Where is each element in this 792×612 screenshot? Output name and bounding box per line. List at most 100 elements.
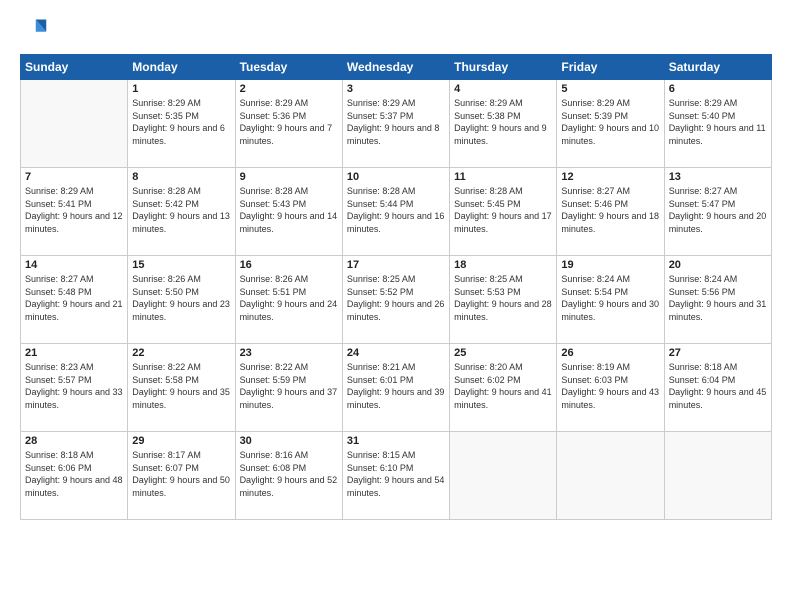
day-number: 25 bbox=[454, 347, 552, 359]
day-number: 2 bbox=[240, 83, 338, 95]
day-info: Sunrise: 8:20 AMSunset: 6:02 PMDaylight:… bbox=[454, 361, 552, 411]
calendar-cell: 17 Sunrise: 8:25 AMSunset: 5:52 PMDayligh… bbox=[342, 256, 449, 344]
day-number: 12 bbox=[561, 171, 659, 183]
day-number: 22 bbox=[132, 347, 230, 359]
weekday-header-tuesday: Tuesday bbox=[235, 55, 342, 80]
day-info: Sunrise: 8:21 AMSunset: 6:01 PMDaylight:… bbox=[347, 361, 445, 411]
calendar-cell: 23 Sunrise: 8:22 AMSunset: 5:59 PMDayligh… bbox=[235, 344, 342, 432]
calendar-cell: 10Sunrise: 8:28 AMSunset: 5:44 PMDayligh… bbox=[342, 168, 449, 256]
logo-icon bbox=[20, 16, 48, 44]
day-info: Sunrise: 8:28 AMSunset: 5:42 PMDaylight:… bbox=[132, 185, 230, 235]
day-number: 15 bbox=[132, 259, 230, 271]
calendar-cell bbox=[450, 432, 557, 520]
calendar-cell: 6Sunrise: 8:29 AMSunset: 5:40 PMDaylight… bbox=[664, 80, 771, 168]
day-info: Sunrise: 8:24 AMSunset: 5:54 PMDaylight:… bbox=[561, 273, 659, 323]
weekday-header-row: SundayMondayTuesdayWednesdayThursdayFrid… bbox=[21, 55, 772, 80]
calendar-cell: 2 Sunrise: 8:29 AMSunset: 5:36 PMDaylight… bbox=[235, 80, 342, 168]
calendar-cell: 1Sunrise: 8:29 AMSunset: 5:35 PMDaylight… bbox=[128, 80, 235, 168]
day-info: Sunrise: 8:26 AMSunset: 5:50 PMDaylight:… bbox=[132, 273, 230, 323]
day-number: 17 bbox=[347, 259, 445, 271]
calendar-cell: 21 Sunrise: 8:23 AMSunset: 5:57 PMDayligh… bbox=[21, 344, 128, 432]
day-info: Sunrise: 8:23 AMSunset: 5:57 PMDaylight:… bbox=[25, 361, 123, 411]
calendar-cell: 24 Sunrise: 8:21 AMSunset: 6:01 PMDayligh… bbox=[342, 344, 449, 432]
calendar-cell: 11 Sunrise: 8:28 AMSunset: 5:45 PMDayligh… bbox=[450, 168, 557, 256]
day-info: Sunrise: 8:17 AMSunset: 6:07 PMDaylight:… bbox=[132, 449, 230, 499]
day-number: 9 bbox=[240, 171, 338, 183]
day-info: Sunrise: 8:26 AMSunset: 5:51 PMDaylight:… bbox=[240, 273, 338, 323]
day-info: Sunrise: 8:24 AMSunset: 5:56 PMDaylight:… bbox=[669, 273, 767, 323]
day-info: Sunrise: 8:28 AMSunset: 5:45 PMDaylight:… bbox=[454, 185, 552, 235]
calendar-cell: 19 Sunrise: 8:24 AMSunset: 5:54 PMDayligh… bbox=[557, 256, 664, 344]
calendar-cell bbox=[21, 80, 128, 168]
calendar-cell: 29 Sunrise: 8:17 AMSunset: 6:07 PMDayligh… bbox=[128, 432, 235, 520]
weekday-header-sunday: Sunday bbox=[21, 55, 128, 80]
day-info: Sunrise: 8:28 AMSunset: 5:44 PMDaylight:… bbox=[347, 185, 445, 235]
day-number: 28 bbox=[25, 435, 123, 447]
day-info: Sunrise: 8:29 AMSunset: 5:35 PMDaylight:… bbox=[132, 97, 230, 147]
calendar-table: SundayMondayTuesdayWednesdayThursdayFrid… bbox=[20, 54, 772, 520]
day-info: Sunrise: 8:29 AMSunset: 5:36 PMDaylight:… bbox=[240, 97, 338, 147]
week-row-0: 1Sunrise: 8:29 AMSunset: 5:35 PMDaylight… bbox=[21, 80, 772, 168]
week-row-3: 21 Sunrise: 8:23 AMSunset: 5:57 PMDayligh… bbox=[21, 344, 772, 432]
day-number: 16 bbox=[240, 259, 338, 271]
calendar-cell: 16 Sunrise: 8:26 AMSunset: 5:51 PMDayligh… bbox=[235, 256, 342, 344]
day-info: Sunrise: 8:22 AMSunset: 5:59 PMDaylight:… bbox=[240, 361, 338, 411]
day-info: Sunrise: 8:15 AMSunset: 6:10 PMDaylight:… bbox=[347, 449, 445, 499]
day-info: Sunrise: 8:29 AMSunset: 5:38 PMDaylight:… bbox=[454, 97, 552, 147]
calendar-cell: 4 Sunrise: 8:29 AMSunset: 5:38 PMDaylight… bbox=[450, 80, 557, 168]
week-row-1: 7 Sunrise: 8:29 AMSunset: 5:41 PMDaylight… bbox=[21, 168, 772, 256]
week-row-2: 14Sunrise: 8:27 AMSunset: 5:48 PMDayligh… bbox=[21, 256, 772, 344]
day-info: Sunrise: 8:18 AMSunset: 6:06 PMDaylight:… bbox=[25, 449, 123, 499]
day-number: 13 bbox=[669, 171, 767, 183]
weekday-header-wednesday: Wednesday bbox=[342, 55, 449, 80]
day-number: 21 bbox=[25, 347, 123, 359]
logo bbox=[20, 16, 52, 44]
day-number: 18 bbox=[454, 259, 552, 271]
day-info: Sunrise: 8:27 AMSunset: 5:46 PMDaylight:… bbox=[561, 185, 659, 235]
calendar-cell bbox=[557, 432, 664, 520]
day-number: 20 bbox=[669, 259, 767, 271]
day-info: Sunrise: 8:28 AMSunset: 5:43 PMDaylight:… bbox=[240, 185, 338, 235]
calendar-cell: 25 Sunrise: 8:20 AMSunset: 6:02 PMDayligh… bbox=[450, 344, 557, 432]
calendar-cell: 15 Sunrise: 8:26 AMSunset: 5:50 PMDayligh… bbox=[128, 256, 235, 344]
day-info: Sunrise: 8:19 AMSunset: 6:03 PMDaylight:… bbox=[561, 361, 659, 411]
calendar-cell: 12 Sunrise: 8:27 AMSunset: 5:46 PMDayligh… bbox=[557, 168, 664, 256]
weekday-header-thursday: Thursday bbox=[450, 55, 557, 80]
day-info: Sunrise: 8:22 AMSunset: 5:58 PMDaylight:… bbox=[132, 361, 230, 411]
day-number: 14 bbox=[25, 259, 123, 271]
day-info: Sunrise: 8:16 AMSunset: 6:08 PMDaylight:… bbox=[240, 449, 338, 499]
day-info: Sunrise: 8:29 AMSunset: 5:37 PMDaylight:… bbox=[347, 97, 445, 147]
calendar-cell: 13Sunrise: 8:27 AMSunset: 5:47 PMDayligh… bbox=[664, 168, 771, 256]
calendar-cell: 22 Sunrise: 8:22 AMSunset: 5:58 PMDayligh… bbox=[128, 344, 235, 432]
day-number: 31 bbox=[347, 435, 445, 447]
calendar-cell: 30Sunrise: 8:16 AMSunset: 6:08 PMDayligh… bbox=[235, 432, 342, 520]
weekday-header-saturday: Saturday bbox=[664, 55, 771, 80]
day-info: Sunrise: 8:25 AMSunset: 5:53 PMDaylight:… bbox=[454, 273, 552, 323]
day-info: Sunrise: 8:29 AMSunset: 5:39 PMDaylight:… bbox=[561, 97, 659, 147]
day-number: 29 bbox=[132, 435, 230, 447]
calendar-cell bbox=[664, 432, 771, 520]
day-info: Sunrise: 8:25 AMSunset: 5:52 PMDaylight:… bbox=[347, 273, 445, 323]
day-number: 3 bbox=[347, 83, 445, 95]
calendar-cell: 9 Sunrise: 8:28 AMSunset: 5:43 PMDaylight… bbox=[235, 168, 342, 256]
calendar-cell: 31 Sunrise: 8:15 AMSunset: 6:10 PMDayligh… bbox=[342, 432, 449, 520]
header bbox=[20, 16, 772, 44]
calendar-cell: 26 Sunrise: 8:19 AMSunset: 6:03 PMDayligh… bbox=[557, 344, 664, 432]
day-number: 5 bbox=[561, 83, 659, 95]
day-number: 26 bbox=[561, 347, 659, 359]
day-info: Sunrise: 8:29 AMSunset: 5:41 PMDaylight:… bbox=[25, 185, 123, 235]
calendar-cell: 7 Sunrise: 8:29 AMSunset: 5:41 PMDaylight… bbox=[21, 168, 128, 256]
day-number: 24 bbox=[347, 347, 445, 359]
calendar-cell: 20 Sunrise: 8:24 AMSunset: 5:56 PMDayligh… bbox=[664, 256, 771, 344]
calendar-cell: 27 Sunrise: 8:18 AMSunset: 6:04 PMDayligh… bbox=[664, 344, 771, 432]
weekday-header-monday: Monday bbox=[128, 55, 235, 80]
day-number: 23 bbox=[240, 347, 338, 359]
day-info: Sunrise: 8:29 AMSunset: 5:40 PMDaylight:… bbox=[669, 97, 767, 147]
day-number: 4 bbox=[454, 83, 552, 95]
day-number: 7 bbox=[25, 171, 123, 183]
calendar-cell: 28 Sunrise: 8:18 AMSunset: 6:06 PMDayligh… bbox=[21, 432, 128, 520]
day-number: 11 bbox=[454, 171, 552, 183]
day-info: Sunrise: 8:18 AMSunset: 6:04 PMDaylight:… bbox=[669, 361, 767, 411]
day-number: 19 bbox=[561, 259, 659, 271]
day-number: 27 bbox=[669, 347, 767, 359]
